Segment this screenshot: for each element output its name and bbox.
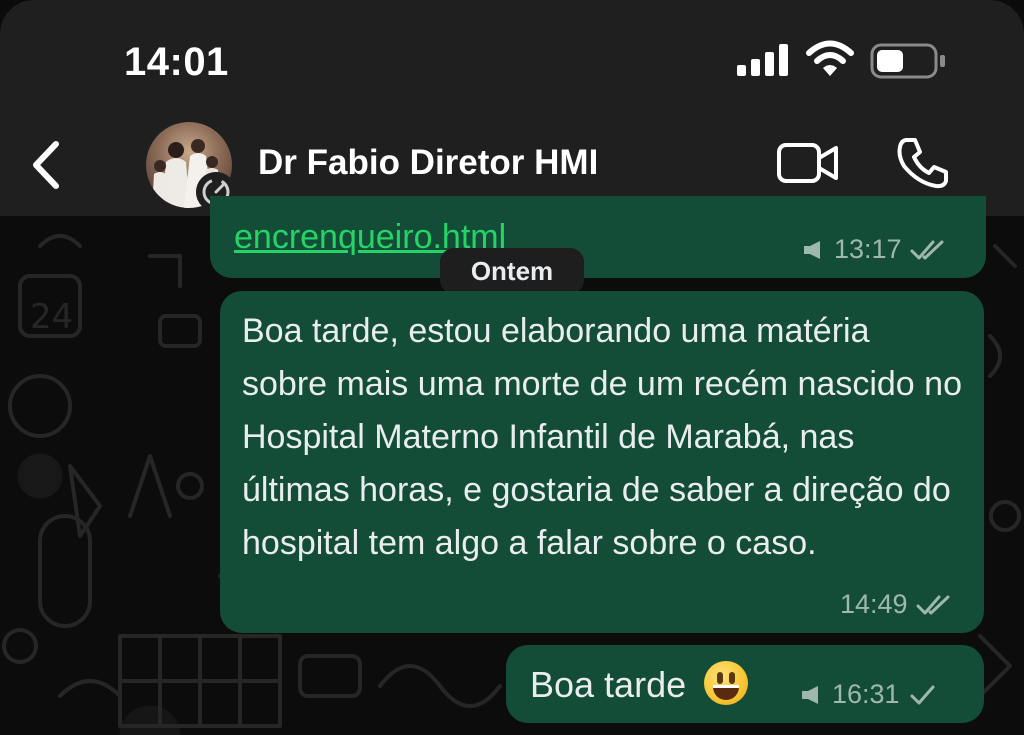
message-meta: 14:49 (840, 589, 952, 620)
message-time: 14:49 (840, 589, 908, 619)
message-text: Boa tarde (530, 664, 687, 705)
disappearing-message-icon (804, 240, 820, 259)
message-time: 16:31 (832, 679, 900, 709)
svg-text:24: 24 (30, 297, 73, 337)
message-text: Boa tarde, estou elaborando uma matéria … (242, 312, 962, 562)
date-separator: Ontem (440, 248, 584, 294)
battery-icon (870, 43, 945, 79)
message-bubble-outgoing[interactable]: Boa tarde 16:31 (506, 645, 984, 723)
back-chevron-icon[interactable] (28, 138, 68, 192)
phone-call-icon[interactable] (896, 136, 950, 190)
phone-screen: 24 14:01 Dr Fabio Diretor HMI encrenquei… (0, 0, 1024, 735)
message-bubble-outgoing[interactable]: encrenqueiro.html 13:17 (210, 196, 986, 278)
disappearing-message-icon (802, 685, 818, 704)
single-check-icon (910, 685, 935, 704)
wifi-icon (806, 40, 854, 76)
smiling-face-icon (704, 661, 749, 705)
message-text-wrap: Boa tarde (530, 661, 749, 706)
double-check-icon (910, 240, 944, 259)
message-meta: 13:17 (802, 234, 946, 265)
message-bubble-outgoing[interactable]: Boa tarde, estou elaborando uma matéria … (220, 291, 984, 633)
contact-name[interactable]: Dr Fabio Diretor HMI (258, 143, 598, 183)
message-meta: 16:31 (800, 679, 936, 710)
double-check-icon (916, 595, 950, 614)
status-bar: 14:01 (0, 0, 1024, 110)
chat-header: 14:01 Dr Fabio Diretor HMI (0, 0, 1024, 216)
signal-icon (737, 44, 788, 76)
video-call-icon[interactable] (776, 140, 840, 186)
message-time: 13:17 (834, 234, 902, 264)
status-time: 14:01 (124, 40, 229, 84)
